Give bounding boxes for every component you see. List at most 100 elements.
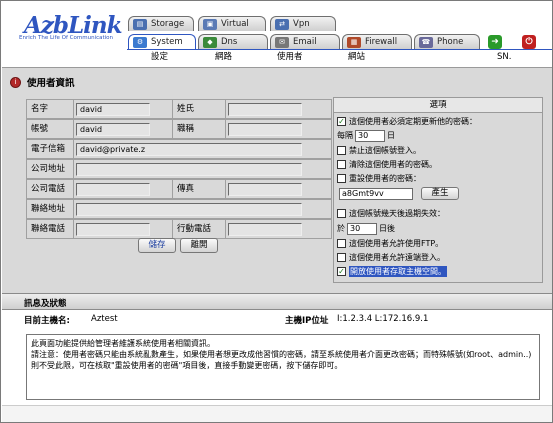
password-input[interactable]: a8Gmt9vv [339,187,413,200]
day-unit: 日 [387,131,395,140]
options-header: 選項 [334,98,542,113]
status-section-title: 訊息及狀態 [24,299,67,309]
option-expire-days[interactable]: 這個帳號幾天後過期失效： [337,208,445,219]
menu-settings[interactable]: 設定 [151,50,168,66]
mobile-cell [225,219,332,239]
options-panel: 選項 ✓ 這個使用者必須定期更新他的密碼： 每隔 30 日 禁止這個帳號登入。 … [333,97,543,283]
reset-password-row: a8Gmt9vv 產生 [337,187,459,200]
option-label: 這個使用者允許使用FTP。 [349,239,444,248]
email-input[interactable]: david@private.z [76,143,302,156]
menu-sn[interactable]: SN. [497,50,511,66]
checkbox-unchecked[interactable] [337,253,346,262]
tab-label: Firewall [365,37,398,47]
tab-virtual[interactable]: ▣ Virtual [198,16,266,31]
title-label: 職稱 [172,119,226,139]
tab-firewall[interactable]: ▦ Firewall [342,34,412,49]
every-days-input[interactable]: 30 [355,129,385,142]
option-clear-password[interactable]: 清除這個使用者的密碼。 [337,159,437,170]
every-label: 每隔 [337,131,353,140]
checkbox-unchecked[interactable] [337,239,346,248]
status-line: 目前主機名: Aztest 主機IP位址 I:1.2.3.4 L:172.16.… [2,310,552,330]
checkbox-unchecked[interactable] [337,174,346,183]
surname-input[interactable] [228,103,302,116]
power-icon[interactable]: ⏻ [522,35,536,49]
host-value: Aztest [91,314,118,324]
option-allow-ftp[interactable]: 這個使用者允許使用FTP。 [337,238,443,249]
option-label: 這個使用者必須定期更新他的密碼： [349,117,477,126]
company-phone-input[interactable] [76,183,150,196]
fax-label: 傳真 [172,179,226,199]
contact-phone-label: 聯絡電話 [26,219,74,239]
contact-phone-input[interactable] [76,223,150,236]
generate-button[interactable]: 產生 [421,187,459,200]
company-address-label: 公司地址 [26,159,74,179]
name-input[interactable]: david [76,103,150,116]
leave-button[interactable]: 離開 [180,238,218,253]
tab-label: System [151,37,183,47]
option-label: 禁止這個帳號登入。 [349,146,421,155]
save-button[interactable]: 儲存 [138,238,176,253]
tab-label: Vpn [293,19,310,29]
title-input[interactable] [228,123,302,136]
fax-input[interactable] [228,183,302,196]
option-host-space[interactable]: ✓ 開放使用者存取主機空間。 [337,266,447,277]
surname-cell [225,99,332,119]
contact-address-cell [73,199,332,219]
submenu-bar: 設定 網路 使用者 網站 SN. [127,49,552,65]
mobile-input[interactable] [228,223,302,236]
mobile-label: 行動電話 [172,219,226,239]
checkbox-unchecked[interactable] [337,209,346,218]
tab-label: Phone [437,37,464,47]
checkbox-unchecked[interactable] [337,146,346,155]
option-periodic-password[interactable]: ✓ 這個使用者必須定期更新他的密碼： [337,116,477,127]
app-window: AzbLink Enrich The Life Of Communication… [0,0,553,423]
tab-label: Virtual [221,19,249,29]
status-section-header: 訊息及狀態 [2,293,552,310]
option-allow-remote[interactable]: 這個使用者允許遠端登入。 [337,252,445,263]
contact-address-label: 聯絡地址 [26,199,74,219]
expire-days-input[interactable]: 30 [347,222,377,235]
menu-website[interactable]: 網站 [348,50,365,66]
contact-phone-cell [73,219,173,239]
forward-icon[interactable]: ➜ [488,35,502,49]
main-panel: i 使用者資訊 名字 david 姓氏 帳號 david 職稱 電子信箱 dav… [2,67,552,293]
tab-phone[interactable]: ☎ Phone [414,34,480,49]
tab-dns[interactable]: ◆ Dns [198,34,268,49]
checkbox-checked[interactable]: ✓ [337,117,346,126]
phone-icon: ☎ [419,36,433,48]
account-label: 帳號 [26,119,74,139]
tab-system[interactable]: ⚙ System [128,34,196,49]
host-label: 目前主機名: [24,316,70,326]
page-title: 使用者資訊 [27,78,75,89]
email-cell: david@private.z [73,139,332,159]
tab-email[interactable]: ✉ Email [270,34,340,49]
account-input[interactable]: david [76,123,150,136]
company-phone-label: 公司電話 [26,179,74,199]
virtual-icon: ▣ [203,18,217,30]
contact-address-input[interactable] [76,203,302,216]
dns-icon: ◆ [203,36,217,48]
firewall-icon: ▦ [347,36,361,48]
header: AzbLink Enrich The Life Of Communication… [2,2,552,51]
checkbox-unchecked[interactable] [337,160,346,169]
ip-value: I:1.2.3.4 L:172.16.9.1 [337,314,429,324]
ip-label: 主機IP位址 [285,316,329,326]
tab-label: Email [293,37,317,47]
fax-cell [225,179,332,199]
surname-label: 姓氏 [172,99,226,119]
option-disable-login[interactable]: 禁止這個帳號登入。 [337,145,421,156]
message-text: 此頁面功能提供給管理者維護系統使用者相關資訊。 請注意：使用者密碼只能由系統亂數… [31,339,532,370]
tab-storage[interactable]: ▤ Storage [128,16,194,31]
email-label: 電子信箱 [26,139,74,159]
option-reset-password[interactable]: 重設使用者的密碼： [337,173,421,184]
bottom-bar [2,405,552,422]
option-label: 清除這個使用者的密碼。 [349,160,437,169]
account-cell: david [73,119,173,139]
checkbox-checked[interactable]: ✓ [337,267,346,276]
menu-users[interactable]: 使用者 [277,50,303,66]
company-address-input[interactable] [76,163,302,176]
menu-network[interactable]: 網路 [215,50,232,66]
option-label: 重設使用者的密碼： [349,174,421,183]
tab-vpn[interactable]: ⇄ Vpn [270,16,336,31]
expire-days-row: 於 30 日後 [337,222,395,235]
